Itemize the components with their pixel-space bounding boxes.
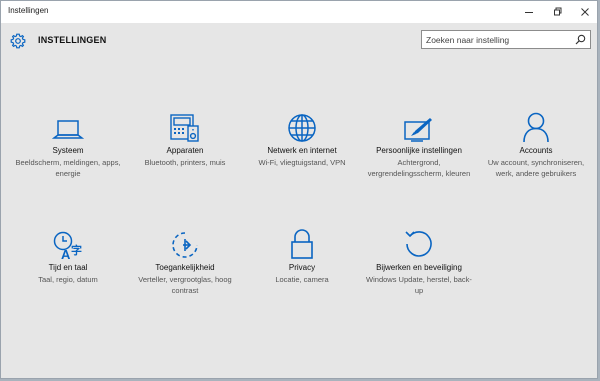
search-input[interactable]	[426, 32, 571, 47]
close-icon	[581, 8, 589, 16]
tile-label: Privacy	[288, 263, 316, 272]
lock-icon	[291, 229, 313, 259]
settings-window: Instellingen INSTELLINGEN Syste	[0, 0, 598, 379]
update-icon	[405, 231, 432, 257]
window-title: Instellingen	[8, 6, 49, 15]
tile-description: Uw account, synchroniseren, werk, andere…	[487, 158, 585, 178]
svg-text:A: A	[61, 247, 71, 260]
tile-description: Verteller, vergrootglas, hoog contrast	[138, 275, 232, 295]
tile-description: Windows Update, herstel, back-up	[366, 275, 472, 295]
personalization-icon	[404, 118, 432, 142]
tile-description: Achtergrond, vergrendelingsscherm, kleur…	[367, 158, 471, 178]
tile-toegankelijkheid[interactable]: Toegankelijkheid Verteller, vergrootglas…	[127, 226, 243, 296]
tile-description: Locatie, camera	[275, 275, 329, 284]
laptop-icon	[52, 120, 84, 139]
tile-accounts[interactable]: Accounts Uw account, synchroniseren, wer…	[478, 109, 594, 179]
tile-bijwerken-en-beveiliging[interactable]: Bijwerken en beveiliging Windows Update,…	[361, 226, 477, 296]
tile-label: Apparaten	[166, 146, 204, 155]
tile-label: Accounts	[519, 146, 553, 155]
tile-persoonlijke-instellingen[interactable]: Persoonlijke instellingen Achtergrond, v…	[361, 109, 477, 179]
tile-description: Taal, regio, datum	[38, 275, 98, 284]
tile-description: Beeldscherm, meldingen, apps, energie	[15, 158, 121, 178]
devices-icon	[170, 114, 199, 142]
person-icon	[523, 112, 549, 143]
svg-text:字: 字	[71, 243, 82, 257]
page-title: INSTELLINGEN	[38, 35, 107, 45]
tile-label: Tijd en taal	[48, 263, 88, 272]
maximize-button[interactable]	[544, 1, 572, 23]
globe-icon	[288, 114, 316, 142]
search-icon[interactable]	[575, 34, 586, 45]
minimize-icon	[525, 12, 533, 13]
tile-tijd-en-taal[interactable]: A 字 Tijd en taal Taal, regio, datum	[10, 226, 126, 285]
restore-icon	[554, 7, 562, 16]
tile-apparaten[interactable]: Apparaten Bluetooth, printers, muis	[127, 109, 243, 168]
tile-privacy[interactable]: Privacy Locatie, camera	[244, 226, 360, 285]
ease-of-access-icon	[172, 232, 198, 258]
tile-label: Persoonlijke instellingen	[376, 146, 462, 155]
tile-label: Bijwerken en beveiliging	[376, 263, 462, 272]
tile-netwerk[interactable]: Netwerk en internet Wi-Fi, vliegtuigstan…	[244, 109, 360, 168]
gear-icon	[10, 33, 26, 54]
tile-description: Bluetooth, printers, muis	[144, 158, 226, 167]
tile-label: Toegankelijkheid	[155, 263, 215, 272]
minimize-button[interactable]	[515, 1, 543, 23]
tile-description: Wi-Fi, vliegtuigstand, VPN	[258, 158, 346, 167]
tile-label: Systeem	[52, 146, 84, 155]
search-box[interactable]	[421, 30, 591, 49]
close-button[interactable]	[571, 1, 599, 23]
title-bar[interactable]: Instellingen	[1, 1, 597, 23]
time-language-icon: A 字	[53, 231, 82, 260]
tile-label: Netwerk en internet	[267, 146, 337, 155]
tile-systeem[interactable]: Systeem Beeldscherm, meldingen, apps, en…	[10, 109, 126, 179]
